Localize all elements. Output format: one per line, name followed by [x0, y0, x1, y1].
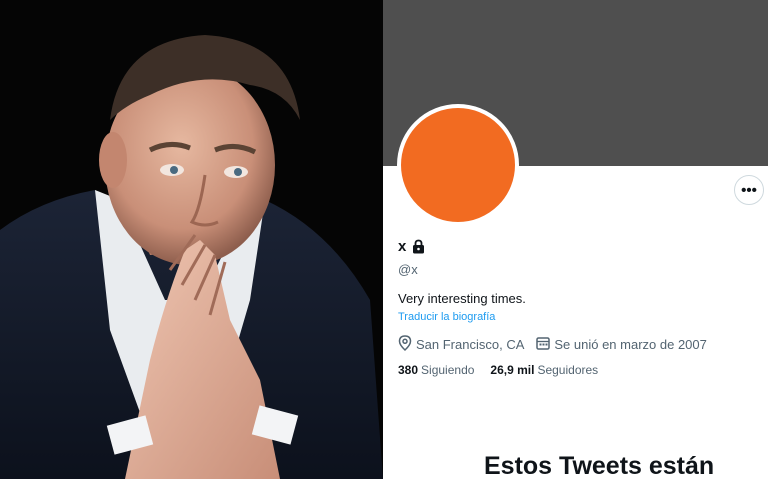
followers-label: Seguidores	[537, 363, 599, 377]
profile-handle: @x	[398, 262, 418, 277]
location-item: San Francisco, CA	[398, 335, 524, 354]
location-pin-icon	[398, 335, 416, 354]
joined-item: Se unió en marzo de 2007	[536, 336, 707, 353]
followers-count: 26,9 mil	[490, 363, 535, 377]
protected-tweets-title: Estos Tweets están	[484, 452, 715, 479]
profile-panel: ••• x @x Very interesting times. Traduci…	[383, 0, 768, 479]
followers-link[interactable]: 26,9 mil Seguidores	[490, 363, 598, 377]
profile-meta: San Francisco, CA Se unió en marzo de 20…	[398, 335, 707, 354]
portrait-photo	[0, 0, 383, 479]
more-options-button[interactable]: •••	[734, 175, 764, 205]
location-text: San Francisco, CA	[416, 337, 525, 352]
joined-text: Se unió en marzo de 2007	[554, 337, 707, 352]
following-count: 380	[398, 363, 419, 377]
following-link[interactable]: 380 Siguiendo	[398, 363, 474, 377]
more-icon: •••	[741, 181, 757, 199]
name-row: x	[398, 238, 425, 255]
display-name: x	[398, 238, 407, 255]
follow-stats: 380 Siguiendo 26,9 mil Seguidores	[398, 363, 598, 377]
profile-avatar[interactable]	[397, 104, 519, 226]
translate-bio-link[interactable]: Traducir la biografía	[398, 311, 495, 323]
following-label: Siguiendo	[421, 363, 475, 377]
profile-bio: Very interesting times.	[398, 291, 526, 306]
calendar-icon	[536, 336, 554, 353]
lock-icon	[412, 239, 425, 254]
portrait-illustration	[0, 0, 383, 479]
